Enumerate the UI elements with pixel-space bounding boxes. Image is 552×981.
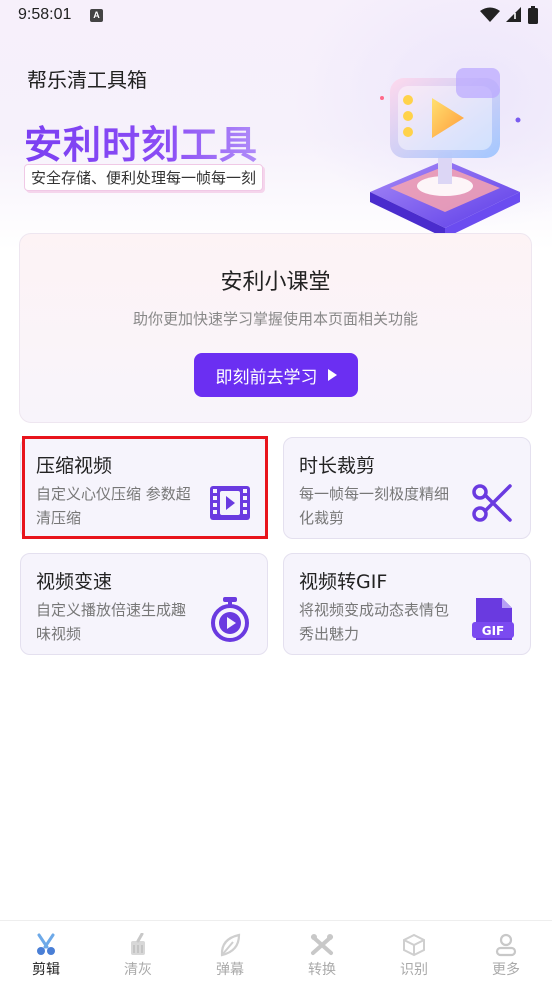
start-learning-button[interactable]: 即刻前去学习 xyxy=(194,353,358,397)
tool-description: 每一帧每一刻极度精细化裁剪 xyxy=(299,485,450,527)
bottom-navigation: 剪辑 清灰 弹幕 转换 识别 更多 xyxy=(0,920,552,981)
tool-description: 自定义播放倍速生成趣味视频 xyxy=(36,601,187,643)
nav-item-more[interactable]: 更多 xyxy=(460,921,552,981)
nav-label: 识别 xyxy=(400,962,428,978)
hero-video-illustration xyxy=(370,68,521,238)
nav-item-edit[interactable]: 剪辑 xyxy=(0,921,92,981)
nav-label: 清灰 xyxy=(124,962,152,978)
course-description: 助你更加快速学习掌握使用本页面相关功能 xyxy=(132,310,418,328)
course-title: 安利小课堂 xyxy=(220,270,331,295)
scissors-icon xyxy=(472,484,512,522)
scissors-nav-icon xyxy=(37,933,55,955)
nav-label: 弹幕 xyxy=(216,962,244,978)
tool-title: 视频变速 xyxy=(36,571,113,593)
stopwatch-icon xyxy=(211,597,249,642)
gif-file-icon: GIF xyxy=(472,598,514,640)
nav-item-convert[interactable]: 转换 xyxy=(276,921,368,981)
tools-icon xyxy=(311,934,333,955)
nav-label: 更多 xyxy=(492,962,520,978)
nav-label: 转换 xyxy=(308,962,336,978)
tool-card-trim-duration[interactable]: 时长裁剪 每一帧每一刻极度精细化裁剪 xyxy=(283,437,531,539)
course-card: 安利小课堂 助你更加快速学习掌握使用本页面相关功能 即刻前去学习 xyxy=(19,233,532,423)
nav-item-danmaku[interactable]: 弹幕 xyxy=(184,921,276,981)
tool-title: 时长裁剪 xyxy=(299,455,376,477)
hero-subtitle: 安全存储、便利处理每一帧每一刻 xyxy=(24,164,264,191)
hero-subtitle-wrap: 安全存储、便利处理每一帧每一刻 xyxy=(24,164,264,191)
broom-icon xyxy=(131,933,145,955)
leaf-icon xyxy=(220,933,241,957)
hero-title: 安利时刻工具 xyxy=(24,114,258,169)
gif-badge-text: GIF xyxy=(482,624,505,638)
play-triangle-icon xyxy=(327,369,337,381)
nav-label: 剪辑 xyxy=(32,962,60,978)
video-compress-icon xyxy=(210,486,250,520)
wifi-icon xyxy=(480,7,500,22)
cube-icon xyxy=(403,933,425,957)
user-icon xyxy=(495,933,517,957)
status-bar: 9:58:01 A xyxy=(0,0,552,32)
notification-a-icon: A xyxy=(90,9,103,22)
start-learning-label: 即刻前去学习 xyxy=(215,367,318,388)
nav-item-recognize[interactable]: 识别 xyxy=(368,921,460,981)
tool-card-compress-video[interactable]: 压缩视频 自定义心仪压缩 参数超清压缩 xyxy=(20,437,268,539)
tool-title: 视频转GIF xyxy=(299,571,388,593)
status-icons xyxy=(480,6,538,24)
tool-description: 将视频变成动态表情包秀出魅力 xyxy=(299,601,450,643)
battery-icon xyxy=(528,6,538,24)
status-time: 9:58:01 xyxy=(18,6,72,23)
tool-title: 压缩视频 xyxy=(36,455,113,477)
tool-description: 自定义心仪压缩 参数超清压缩 xyxy=(36,485,191,527)
tool-card-video-speed[interactable]: 视频变速 自定义播放倍速生成趣味视频 xyxy=(20,553,268,655)
tool-card-video-to-gif[interactable]: 视频转GIF 将视频变成动态表情包秀出魅力 GIF xyxy=(283,553,531,655)
signal-icon xyxy=(506,7,521,22)
nav-item-clean[interactable]: 清灰 xyxy=(92,921,184,981)
app-title: 帮乐清工具箱 xyxy=(27,68,147,92)
